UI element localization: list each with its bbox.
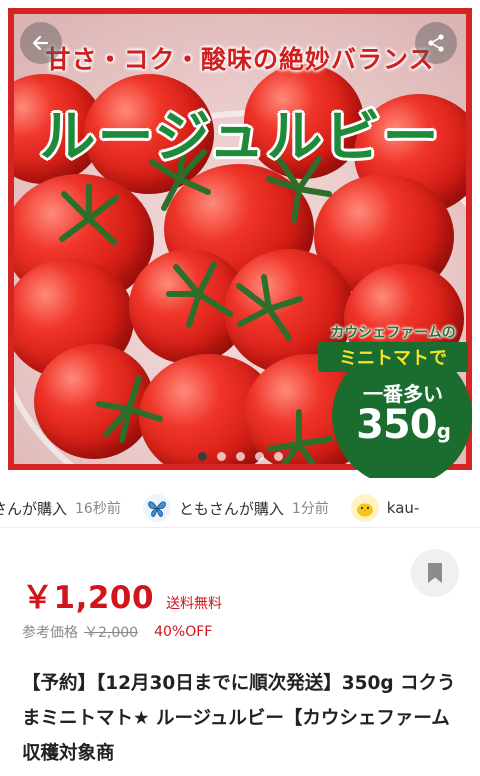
- ticker-item: kau-: [350, 494, 420, 522]
- carousel-indicator: [0, 452, 480, 461]
- carousel-dot[interactable]: [273, 452, 283, 461]
- ticker-item: ともさんが購入 1分前: [142, 494, 329, 522]
- ticker-user-text: kau-: [386, 499, 420, 517]
- carousel-dot[interactable]: [235, 452, 245, 461]
- badge-mini-tomato-label: ミニトマトで: [318, 342, 468, 372]
- carousel-dot[interactable]: [197, 452, 207, 461]
- stem-icon: [59, 184, 119, 245]
- discount-badge: 40%OFF: [154, 624, 213, 640]
- headline-tagline: 甘さ・コク・酸味の絶妙バランス: [45, 45, 435, 74]
- back-button[interactable]: [20, 22, 62, 64]
- share-icon: [428, 34, 444, 52]
- ticker-item: さんが購入 16秒前: [0, 498, 121, 519]
- butterfly-icon: [142, 494, 171, 522]
- share-button[interactable]: [415, 22, 457, 64]
- product-title: 【予約】【12月30日までに順次発送】350g コクうまミニトマト★ ルージュル…: [22, 673, 456, 764]
- stem-icon: [236, 274, 303, 341]
- bookmark-button[interactable]: [411, 549, 459, 597]
- chick-icon: [350, 494, 379, 522]
- purchase-ticker: さんが購入 16秒前 ともさんが購入 1分前 kau-: [0, 489, 480, 528]
- ticker-track: さんが購入 16秒前 ともさんが購入 1分前 kau-: [0, 489, 441, 527]
- reference-price-value: ￥2,000: [84, 625, 139, 641]
- badge-amount-value: 350: [356, 402, 437, 448]
- volume-badge: カウシェファームの ミニトマトで 一番多い 350g: [318, 312, 472, 478]
- ticker-user-text: さんが購入: [0, 499, 68, 518]
- carousel-dot[interactable]: [254, 452, 264, 461]
- price-value: ￥1,200: [22, 580, 155, 616]
- reference-price-row: 参考価格 ￥2,000 40%OFF: [22, 622, 212, 642]
- reference-price-label: 参考価格: [22, 625, 78, 641]
- arrow-left-icon: [32, 35, 49, 51]
- badge-amount: 350g: [338, 402, 468, 448]
- badge-farm-label: カウシェファームの: [330, 325, 456, 341]
- ticker-user-text: ともさんが購入: [178, 499, 284, 518]
- headline-product-name: ルージュルビー: [39, 105, 441, 170]
- stem-icon: [96, 375, 163, 443]
- product-image-carousel[interactable]: 甘さ・コク・酸味の絶妙バランス ルージュルビー カウシェファームの ミニトマトで…: [0, 0, 480, 478]
- stem-icon: [166, 261, 233, 328]
- ticker-time: 1分前: [291, 501, 329, 517]
- ticker-time: 16秒前: [75, 501, 121, 517]
- bookmark-icon: [428, 563, 442, 583]
- free-shipping-label: 送料無料: [166, 596, 223, 612]
- price-row: ￥1,200 送料無料: [22, 572, 222, 617]
- badge-amount-unit: g: [436, 419, 451, 443]
- carousel-dot[interactable]: [216, 452, 226, 461]
